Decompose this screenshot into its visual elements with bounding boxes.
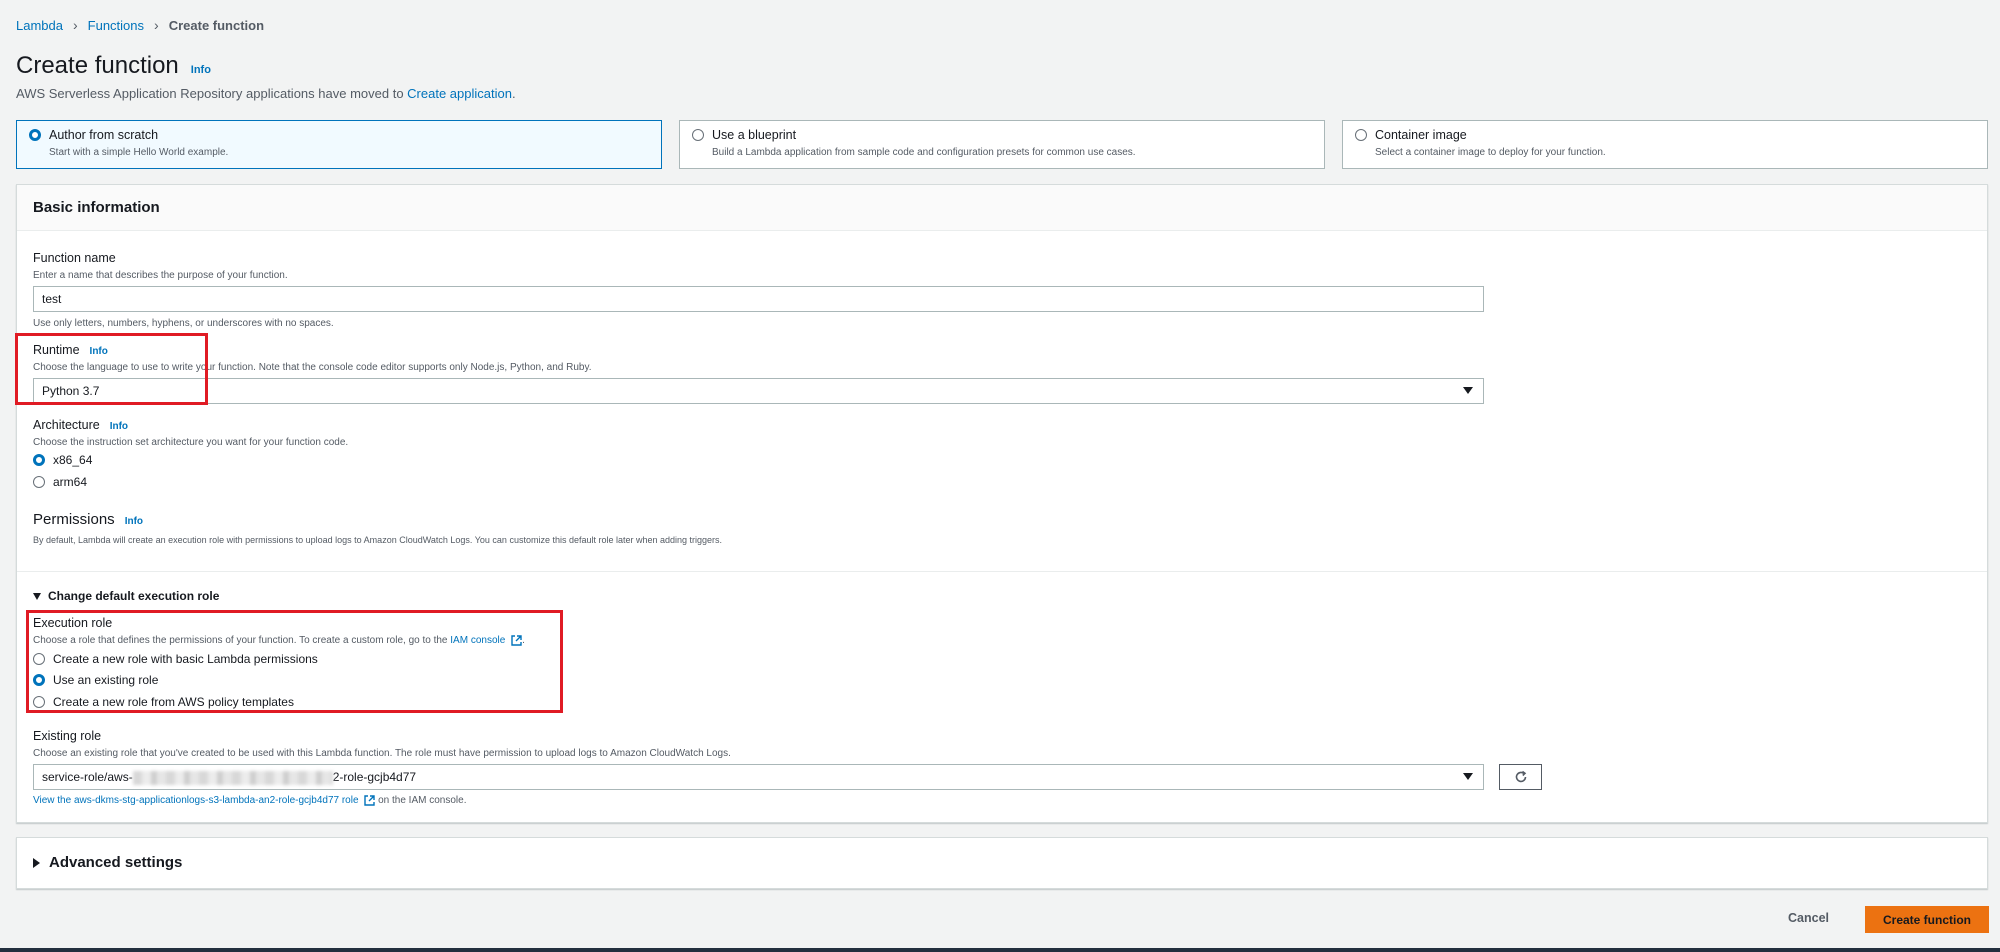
bottom-bar bbox=[0, 948, 2000, 952]
external-link-icon bbox=[511, 635, 522, 646]
chevron-right-icon: › bbox=[72, 17, 78, 33]
radio-create-from-policy-templates[interactable] bbox=[33, 696, 45, 708]
caret-down-icon bbox=[1463, 387, 1473, 394]
radio-x86-64[interactable] bbox=[33, 454, 45, 466]
chevron-right-icon: › bbox=[154, 17, 159, 33]
function-name-input[interactable]: test bbox=[33, 286, 1484, 312]
iam-console-link[interactable]: IAM console bbox=[450, 635, 505, 646]
tile-desc: Select a container image to deploy for y… bbox=[1375, 147, 1606, 158]
architecture-label: Architecture Info bbox=[33, 418, 128, 432]
page-info-link[interactable]: Info bbox=[191, 64, 211, 76]
radio-arm64[interactable] bbox=[33, 476, 45, 488]
permissions-title-text: Permissions bbox=[33, 511, 115, 528]
basic-information-card: Basic information Function name Enter a … bbox=[16, 184, 1988, 823]
runtime-label: Runtime Info bbox=[33, 343, 108, 357]
existing-role-value-prefix: service-role/aws- bbox=[42, 770, 133, 784]
change-default-execution-role-toggle[interactable]: Change default execution role bbox=[33, 589, 219, 603]
create-function-button[interactable]: Create function bbox=[1865, 906, 1989, 933]
permissions-info-link[interactable]: Info bbox=[125, 516, 143, 527]
execution-role-desc: Choose a role that defines the permissio… bbox=[33, 635, 525, 646]
tile-title: Author from scratch bbox=[49, 128, 159, 142]
permissions-desc: By default, Lambda will create an execut… bbox=[33, 535, 723, 545]
radio-label: x86_64 bbox=[53, 453, 93, 467]
radio-use-a-blueprint[interactable] bbox=[692, 129, 704, 141]
architecture-option-arm64[interactable]: arm64 bbox=[33, 475, 87, 489]
execution-role-option-new-basic[interactable]: Create a new role with basic Lambda perm… bbox=[33, 652, 318, 666]
divider bbox=[17, 571, 1987, 572]
existing-role-desc: Choose an existing role that you've crea… bbox=[33, 748, 731, 759]
execution-role-label: Execution role bbox=[33, 616, 113, 630]
radio-label: Use an existing role bbox=[53, 673, 159, 687]
runtime-select[interactable]: Python 3.7 bbox=[33, 378, 1484, 404]
runtime-label-text: Runtime bbox=[33, 343, 80, 357]
subtitle-text: AWS Serverless Application Repository ap… bbox=[16, 86, 408, 101]
view-role-line: View the aws-dkms-stg-applicationlogs-s3… bbox=[33, 795, 466, 806]
page-title: Create function Info bbox=[16, 52, 211, 80]
execution-role-desc-text: Choose a role that defines the permissio… bbox=[33, 635, 451, 647]
subtitle-suffix: . bbox=[511, 86, 516, 101]
refresh-roles-button[interactable] bbox=[1499, 764, 1542, 790]
existing-role-label: Existing role bbox=[33, 729, 102, 743]
radio-create-new-role-basic[interactable] bbox=[33, 653, 45, 665]
caret-right-icon bbox=[33, 857, 40, 868]
basic-information-header: Basic information bbox=[17, 185, 1987, 231]
advanced-settings-card: Advanced settings bbox=[16, 837, 1988, 889]
page-subtitle: AWS Serverless Application Repository ap… bbox=[16, 86, 516, 101]
execution-role-desc-suffix: . bbox=[522, 635, 525, 647]
creation-option-tiles: Author from scratch Start with a simple … bbox=[16, 120, 1988, 169]
architecture-option-x86[interactable]: x86_64 bbox=[33, 453, 92, 467]
create-application-link[interactable]: Create application bbox=[407, 86, 512, 101]
breadcrumb: Lambda › Functions › Create function bbox=[16, 17, 264, 33]
tile-title: Container image bbox=[1375, 128, 1467, 142]
radio-label: arm64 bbox=[53, 475, 88, 489]
radio-author-from-scratch[interactable] bbox=[29, 129, 41, 141]
cancel-button[interactable]: Cancel bbox=[1788, 911, 1829, 925]
refresh-icon bbox=[1515, 770, 1526, 783]
runtime-info-link[interactable]: Info bbox=[90, 346, 108, 357]
expander-label: Advanced settings bbox=[49, 854, 183, 871]
runtime-desc: Choose the language to use to write your… bbox=[33, 362, 592, 373]
radio-label: Create a new role with basic Lambda perm… bbox=[53, 652, 318, 666]
tile-author-from-scratch[interactable]: Author from scratch Start with a simple … bbox=[16, 120, 662, 169]
page-title-text: Create function bbox=[16, 52, 179, 79]
external-link-icon bbox=[364, 795, 376, 806]
runtime-select-value: Python 3.7 bbox=[42, 384, 100, 398]
function-name-hint: Use only letters, numbers, hyphens, or u… bbox=[33, 318, 334, 329]
radio-container-image[interactable] bbox=[1355, 129, 1367, 141]
architecture-label-text: Architecture bbox=[33, 418, 100, 432]
function-name-label: Function name bbox=[33, 251, 116, 265]
existing-role-select[interactable]: service-role/aws- 2-role-gcjb4d77 bbox=[33, 764, 1484, 790]
permissions-title: Permissions Info bbox=[33, 511, 143, 528]
radio-use-existing-role[interactable] bbox=[33, 674, 45, 686]
execution-role-option-existing[interactable]: Use an existing role bbox=[33, 673, 158, 687]
view-role-link[interactable]: View the aws-dkms-stg-applicationlogs-s3… bbox=[33, 795, 359, 806]
tile-desc: Start with a simple Hello World example. bbox=[49, 147, 229, 158]
redacted-text bbox=[132, 770, 333, 785]
view-role-suffix: on the IAM console. bbox=[375, 795, 467, 807]
radio-label: Create a new role from AWS policy templa… bbox=[53, 695, 294, 709]
caret-down-icon bbox=[33, 592, 41, 600]
tile-title: Use a blueprint bbox=[712, 128, 797, 142]
execution-role-option-policy-templates[interactable]: Create a new role from AWS policy templa… bbox=[33, 695, 294, 709]
function-name-desc: Enter a name that describes the purpose … bbox=[33, 270, 288, 281]
breadcrumb-current: Create function bbox=[168, 17, 265, 33]
architecture-desc: Choose the instruction set architecture … bbox=[33, 437, 349, 448]
architecture-info-link[interactable]: Info bbox=[110, 421, 128, 432]
breadcrumb-functions[interactable]: Functions bbox=[88, 18, 144, 33]
tile-use-a-blueprint[interactable]: Use a blueprint Build a Lambda applicati… bbox=[679, 120, 1325, 169]
caret-down-icon bbox=[1463, 773, 1473, 780]
advanced-settings-toggle[interactable]: Advanced settings bbox=[33, 854, 1971, 871]
existing-role-value-suffix: 2-role-gcjb4d77 bbox=[332, 770, 417, 784]
tile-container-image[interactable]: Container image Select a container image… bbox=[1342, 120, 1988, 169]
breadcrumb-lambda[interactable]: Lambda bbox=[16, 18, 63, 33]
tile-desc: Build a Lambda application from sample c… bbox=[712, 147, 1136, 158]
expander-label: Change default execution role bbox=[48, 589, 220, 603]
